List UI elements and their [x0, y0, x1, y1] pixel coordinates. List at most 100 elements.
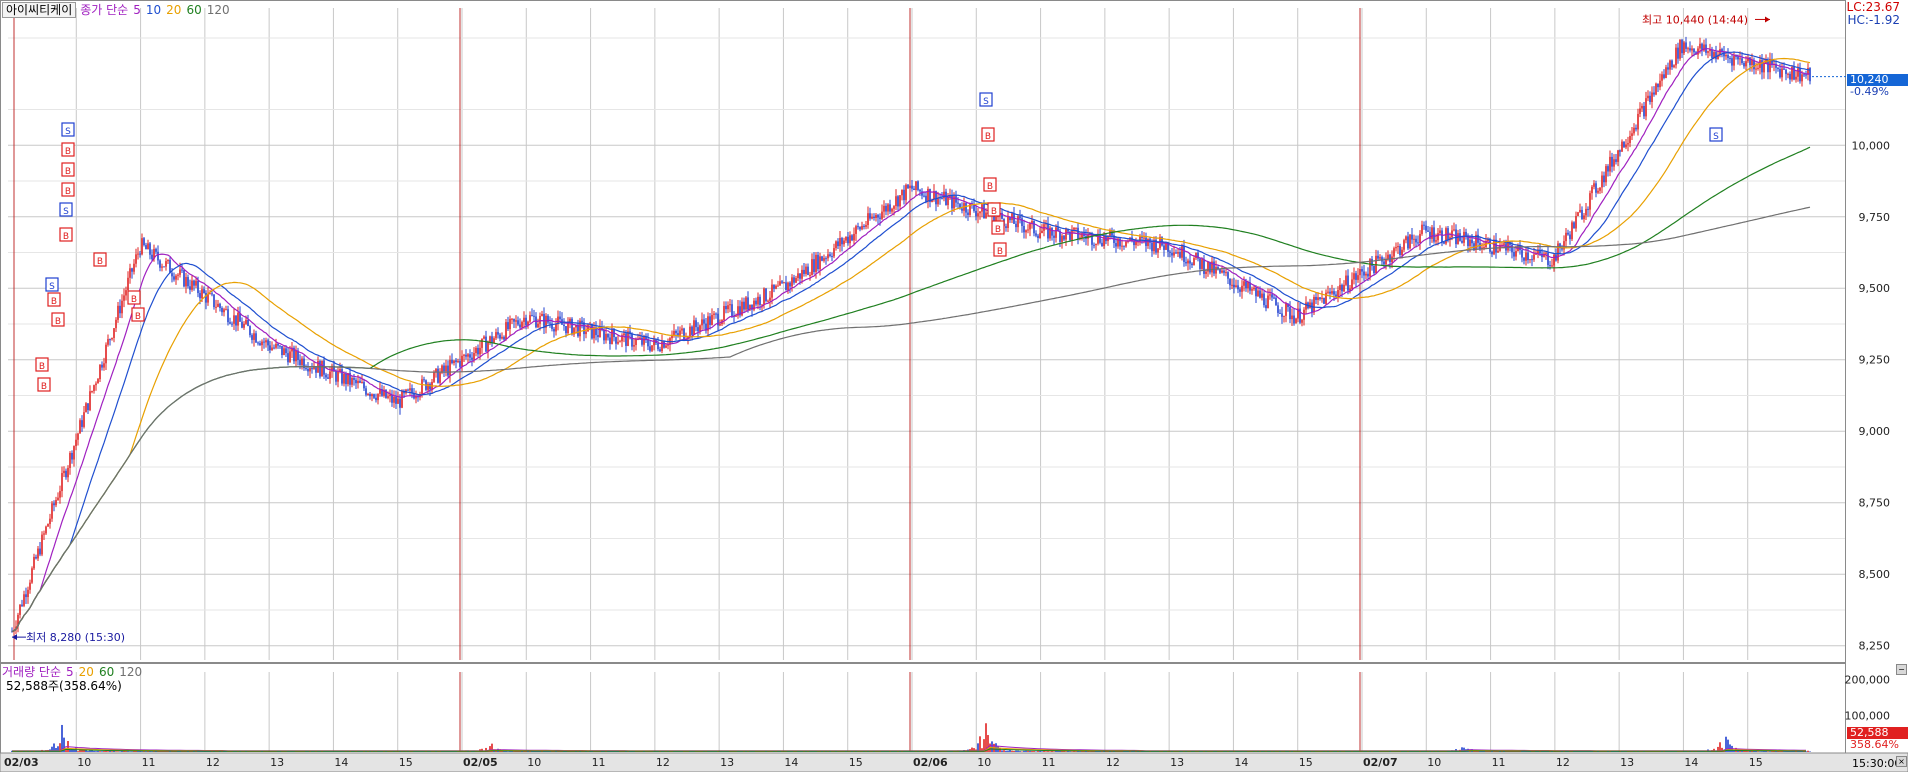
candle-body: [817, 254, 819, 270]
candle-body: [1587, 208, 1589, 210]
candle-body: [253, 333, 255, 340]
candle-body: [87, 403, 89, 411]
candle-body: [365, 388, 367, 395]
candle-body: [691, 326, 693, 335]
candle-body: [351, 377, 353, 385]
candle-body: [1421, 224, 1423, 234]
candle-body: [1017, 216, 1019, 228]
y-tick-label: 8,250: [1859, 640, 1891, 653]
candle-body: [271, 347, 273, 351]
volume-bar: [99, 751, 101, 752]
candle-body: [697, 327, 699, 332]
candle-body: [1323, 297, 1325, 304]
candle-body: [53, 503, 55, 506]
candle-body: [1573, 222, 1575, 229]
candle-body: [151, 254, 153, 259]
candle-body: [1071, 229, 1073, 240]
close-icon[interactable]: ×: [1896, 756, 1907, 767]
time-label: 15:30:00: [1852, 757, 1902, 770]
candle-body: [1617, 150, 1619, 162]
candle-body: [71, 452, 73, 460]
x-tick-label: 15: [1749, 756, 1763, 769]
candle-body: [395, 396, 397, 404]
candle-body: [1235, 285, 1237, 288]
candle-body: [199, 293, 201, 299]
candle-body: [517, 320, 519, 325]
candle-body: [695, 320, 697, 328]
candle-body: [813, 259, 815, 272]
volume-bar: [1075, 751, 1077, 752]
candle-body: [1205, 271, 1207, 274]
candle-body: [1247, 282, 1249, 289]
candle-body: [91, 391, 93, 393]
candle-body: [343, 373, 345, 384]
candle-body: [1755, 68, 1757, 70]
candle-body: [81, 420, 83, 427]
candle-body: [1355, 273, 1357, 280]
candle-body: [1403, 240, 1405, 250]
candle-body: [811, 259, 813, 275]
volume-bar: [95, 751, 97, 752]
vol-ma5-label: 5: [66, 665, 74, 679]
volume-bar: [1069, 751, 1071, 752]
collapse-icon[interactable]: −: [1896, 664, 1907, 675]
candle-body: [1189, 260, 1191, 264]
candle-body: [591, 323, 593, 339]
candle-body: [789, 282, 791, 287]
candle-body: [195, 280, 197, 286]
candle-body: [1367, 273, 1369, 277]
candle-body: [1245, 281, 1247, 289]
candle-body: [1435, 240, 1437, 242]
candle-body: [539, 315, 541, 324]
candle-body: [1053, 235, 1055, 238]
candle-body: [175, 275, 177, 280]
candle-body: [541, 313, 543, 316]
candle-body: [1263, 293, 1265, 306]
candle-body: [1639, 108, 1641, 114]
candle-body: [1607, 166, 1609, 172]
candle-body: [1395, 247, 1397, 249]
candle-body: [887, 204, 889, 212]
candle-body: [1135, 241, 1137, 246]
candle-body: [1575, 216, 1577, 229]
candle-body: [491, 336, 493, 343]
candle-body: [757, 296, 759, 305]
candle-body: [1549, 265, 1551, 267]
candle-body: [1291, 315, 1293, 320]
candle-body: [55, 499, 57, 506]
candle-body: [499, 334, 501, 339]
candle-body: [361, 381, 363, 383]
buy-signal-label: B: [55, 317, 61, 327]
candle-body: [101, 364, 103, 368]
candle-body: [1225, 272, 1227, 274]
candle-body: [1659, 80, 1661, 88]
candle-body: [1195, 252, 1197, 259]
candle-body: [883, 205, 885, 212]
stock-name[interactable]: 아이씨티케이: [2, 2, 77, 18]
candle-body: [663, 341, 665, 348]
candle-body: [1803, 74, 1805, 76]
volume-bar: [1007, 750, 1009, 752]
candle-body: [1687, 48, 1689, 50]
volume-bar: [1807, 750, 1809, 752]
candle-body: [631, 333, 633, 347]
candle-body: [1437, 233, 1439, 241]
candle-body: [323, 360, 325, 375]
candle-body: [1533, 254, 1535, 260]
candle-body: [237, 312, 239, 326]
volume-bar: [979, 736, 981, 752]
candle-body: [909, 185, 911, 189]
candle-body: [1693, 48, 1695, 53]
candle-body: [1397, 246, 1399, 248]
candle-body: [177, 274, 179, 276]
candle-body: [1797, 68, 1799, 77]
candle-body: [1707, 51, 1709, 53]
stock-chart[interactable]: SBBBSBSBBBBBBBSBBBBBS 10,0009,7509,5009,…: [0, 0, 1908, 772]
candle-body: [191, 280, 193, 290]
candle-body: [337, 371, 339, 382]
candle-body: [505, 322, 507, 340]
candle-body: [263, 341, 265, 343]
candle-body: [1279, 312, 1281, 314]
volume-bar: [1023, 750, 1025, 752]
candle-body: [1729, 58, 1731, 60]
